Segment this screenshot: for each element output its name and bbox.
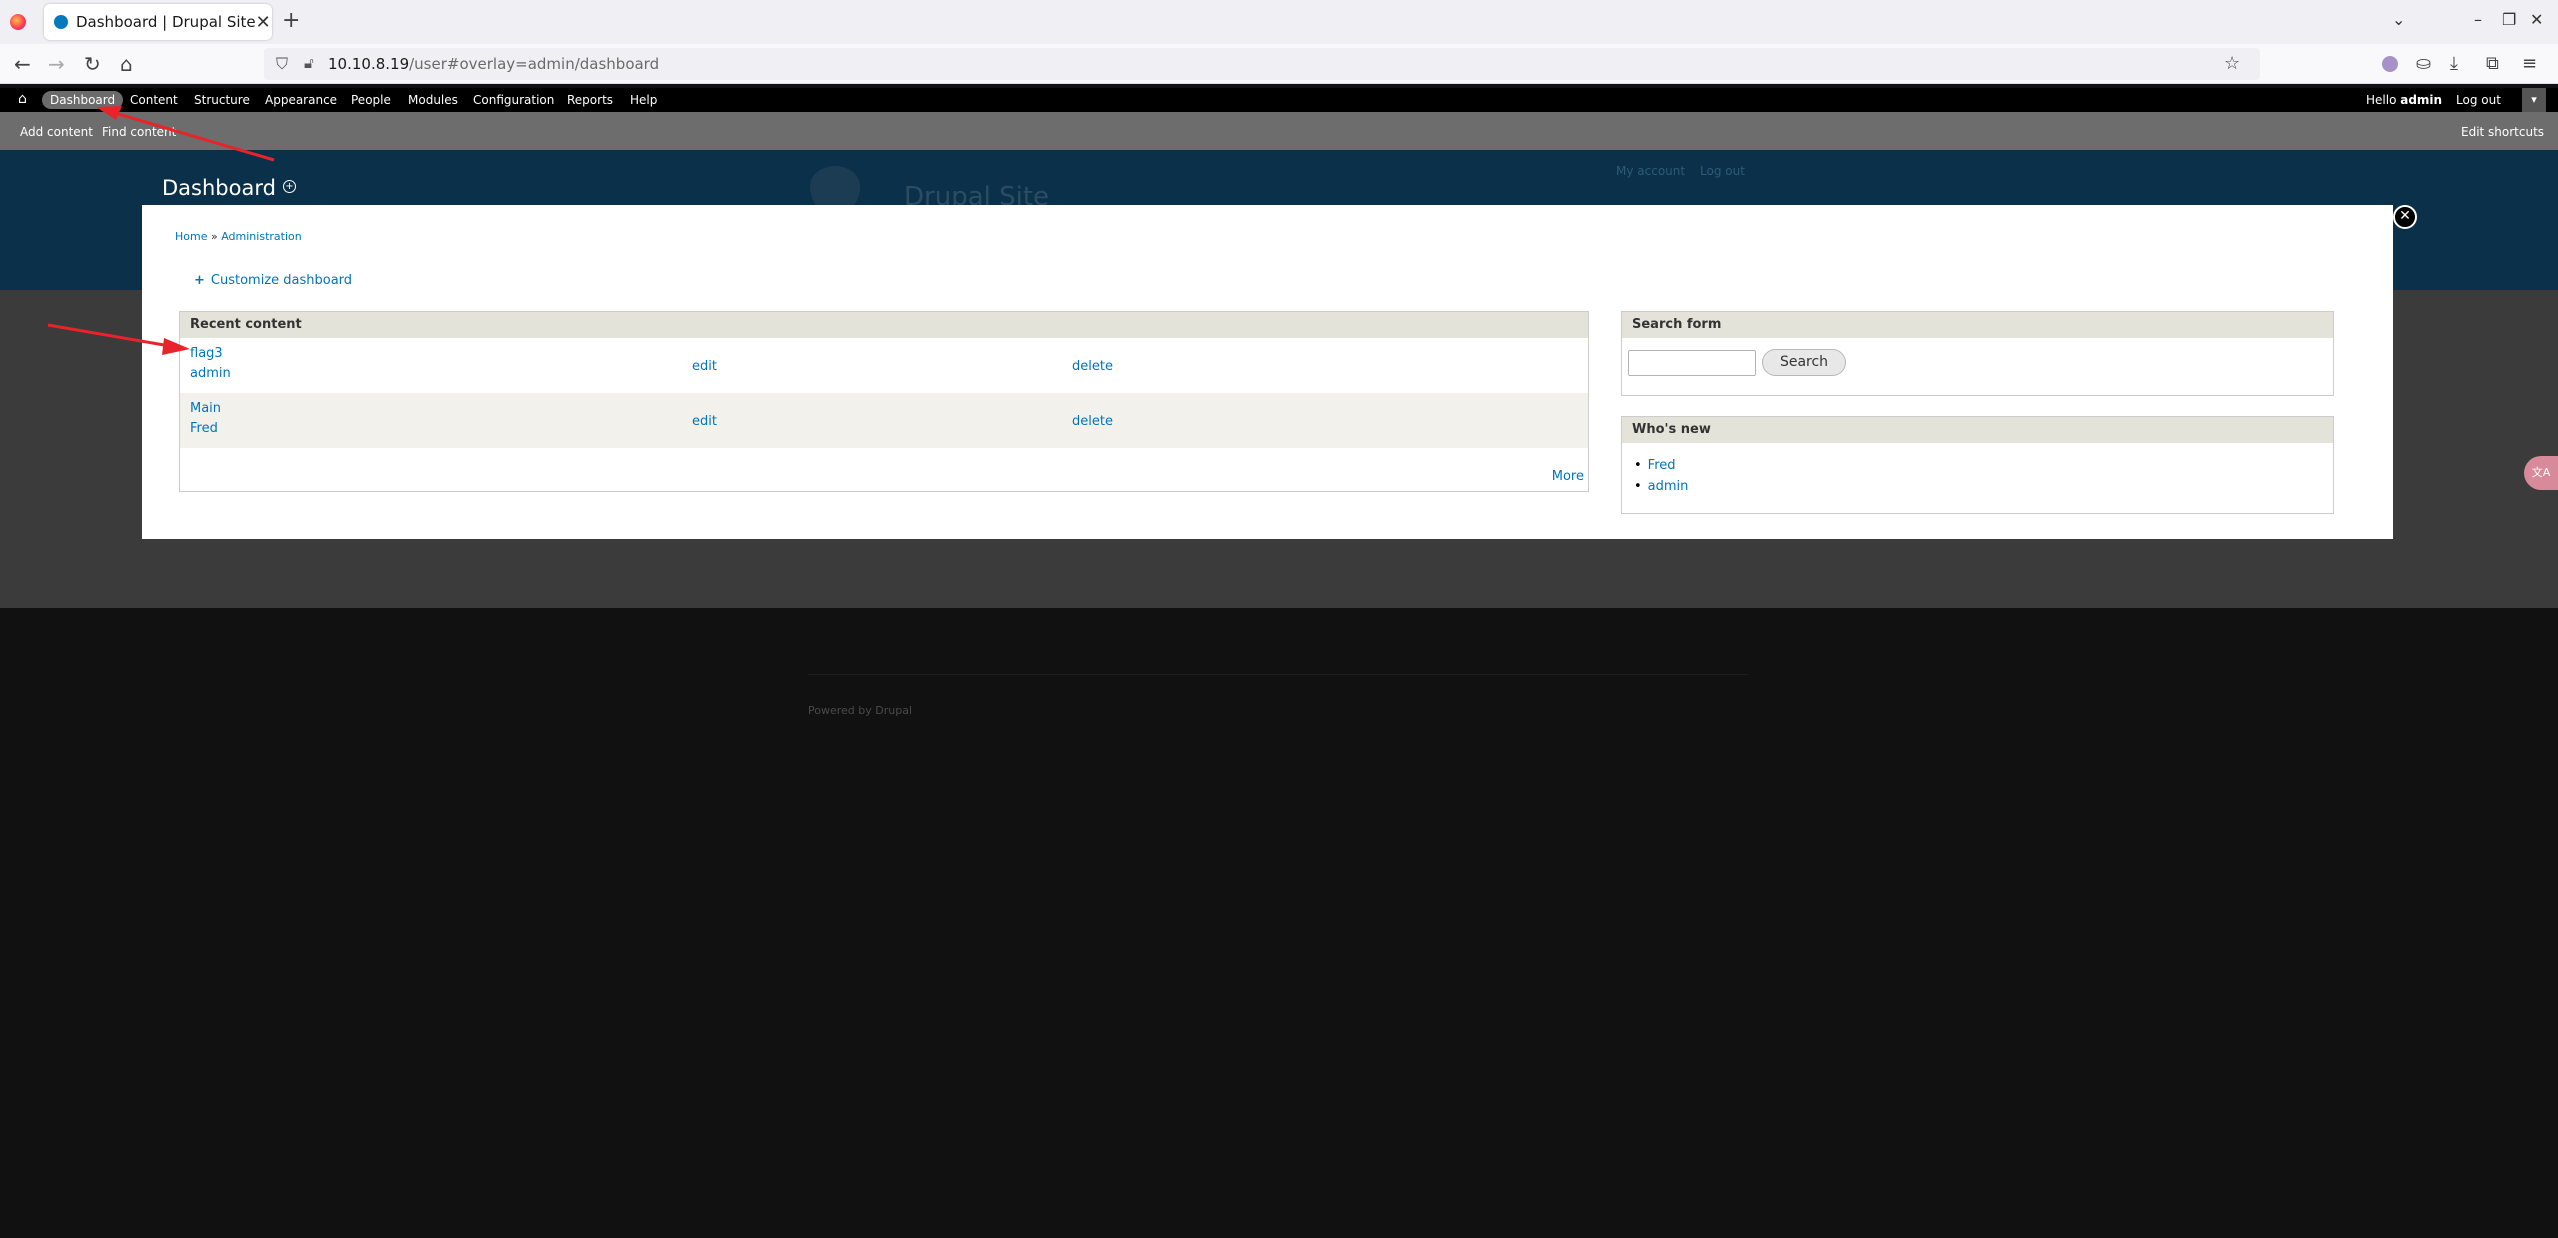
toolbar-logout-link[interactable]: Log out [2456, 93, 2501, 107]
recent-content-title: Recent content [180, 312, 1588, 338]
edit-link[interactable]: edit [692, 414, 717, 429]
content-title-link[interactable]: flag3 [190, 346, 223, 361]
container-icon[interactable]: ⛀ [2416, 53, 2431, 74]
customize-label: Customize dashboard [210, 273, 353, 288]
table-row: flag3 admin edit delete [180, 338, 1588, 393]
breadcrumb-separator: » [207, 230, 222, 243]
recent-content-block: Recent content flag3 admin edit delete M… [179, 311, 1589, 492]
powered-by: Powered by Drupal [808, 704, 912, 717]
search-form-block: Search form Search [1621, 311, 2334, 396]
url-text[interactable]: 10.10.8.19/user#overlay=admin/dashboard [328, 55, 659, 73]
new-tab-icon[interactable]: + [282, 8, 300, 33]
list-item: Fred [1634, 455, 2321, 476]
toolbar-menu-dashboard[interactable]: Dashboard [42, 91, 124, 109]
dashboard-overlay: Home » Administration + Customize dashboa… [142, 205, 2393, 539]
reload-icon[interactable]: ↻ [84, 52, 101, 76]
my-account-link[interactable]: My account [1616, 164, 1685, 178]
add-shortcut-icon[interactable]: + [283, 180, 296, 193]
hello-prefix: Hello [2366, 93, 2401, 107]
customize-dashboard-link[interactable]: + Customize dashboard [194, 273, 352, 288]
username-link[interactable]: admin [2400, 93, 2442, 107]
minimize-icon[interactable]: – [2474, 10, 2482, 29]
toolbar-menu-configuration[interactable]: Configuration [473, 93, 554, 107]
firefox-icon [10, 14, 26, 30]
delete-link[interactable]: delete [1072, 359, 1113, 374]
site-logout-link[interactable]: Log out [1700, 164, 1745, 178]
breadcrumb-home[interactable]: Home [175, 230, 207, 243]
tab-list-chevron-icon[interactable]: ⌄ [2392, 10, 2405, 29]
restore-icon[interactable]: ❐ [2502, 10, 2516, 29]
content-author-link[interactable]: Fred [190, 421, 218, 436]
bookmark-star-icon[interactable]: ☆ [2224, 53, 2240, 74]
search-button[interactable]: Search [1762, 349, 1846, 376]
url-bar[interactable]: ⛉ 🔓︎ 10.10.8.19/user#overlay=admin/dashb… [264, 48, 2260, 80]
shortcut-add-content[interactable]: Add content [20, 125, 93, 139]
user-list: Fred admin [1622, 443, 2333, 509]
list-item: admin [1634, 476, 2321, 497]
browser-navbar: ← → ↻ ⌂ ⛉ 🔓︎ 10.10.8.19/user#overlay=adm… [0, 44, 2558, 84]
edit-shortcuts-link[interactable]: Edit shortcuts [2461, 125, 2544, 139]
toolbar-menu-appearance[interactable]: Appearance [265, 93, 337, 107]
toolbar-menu-people[interactable]: People [351, 93, 391, 107]
toolbar-menu-reports[interactable]: Reports [567, 93, 613, 107]
user-link[interactable]: Fred [1648, 458, 1676, 473]
whos-new-title: Who's new [1622, 417, 2333, 443]
shield-icon[interactable]: ⛉ [276, 54, 288, 74]
extensions-puzzle-icon[interactable]: ⧉ [2486, 53, 2499, 74]
whos-new-block: Who's new Fred admin [1621, 416, 2334, 514]
table-row: Main Fred edit delete [180, 393, 1588, 448]
tab-title: Dashboard | Drupal Site [76, 13, 256, 31]
toolbar-menu-modules[interactable]: Modules [408, 93, 458, 107]
admin-toolbar: ⌂ Dashboard Content Structure Appearance… [0, 88, 2558, 112]
download-icon[interactable]: ⤓ [2450, 53, 2458, 74]
more-link[interactable]: More [1552, 469, 1584, 484]
toolbar-menu-help[interactable]: Help [630, 93, 657, 107]
content-author-link[interactable]: admin [190, 366, 231, 381]
extension-icon[interactable] [2382, 56, 2398, 72]
toolbar-home-icon[interactable]: ⌂ [18, 91, 27, 107]
shortcut-toggle-icon[interactable]: ▾ [2522, 88, 2546, 112]
plus-icon: + [194, 273, 205, 288]
tab-close-icon[interactable]: ✕ [256, 12, 271, 33]
overlay-close-icon[interactable]: ✕ [2393, 205, 2417, 229]
page-title: Dashboard [162, 176, 276, 200]
drupal-favicon-icon [54, 15, 68, 29]
search-form-title: Search form [1622, 312, 2333, 338]
user-link[interactable]: admin [1648, 479, 1689, 494]
forward-icon[interactable]: → [48, 52, 65, 76]
shortcuts-bar: Add content Find content Edit shortcuts [0, 112, 2558, 150]
toolbar-menu-structure[interactable]: Structure [194, 93, 250, 107]
back-icon[interactable]: ← [14, 52, 31, 76]
search-input[interactable] [1628, 350, 1756, 376]
delete-link[interactable]: delete [1072, 414, 1113, 429]
footer-divider [808, 674, 1748, 675]
content-title-link[interactable]: Main [190, 401, 221, 416]
hello-user: Hello admin [2366, 93, 2442, 107]
home-icon[interactable]: ⌂ [120, 52, 133, 76]
browser-tab-strip: Dashboard | Drupal Site ✕ + ⌄ – ❐ ✕ [0, 0, 2558, 44]
breadcrumb-administration[interactable]: Administration [221, 230, 302, 243]
window-close-icon[interactable]: ✕ [2530, 10, 2543, 29]
breadcrumb: Home » Administration [175, 230, 302, 243]
toolbar-menu-content[interactable]: Content [130, 93, 178, 107]
insecure-lock-icon[interactable]: 🔓︎ [304, 54, 314, 72]
shortcut-find-content[interactable]: Find content [102, 125, 176, 139]
hamburger-menu-icon[interactable]: ≡ [2522, 53, 2537, 74]
translate-icon[interactable]: 文A [2524, 456, 2558, 490]
edit-link[interactable]: edit [692, 359, 717, 374]
browser-tab[interactable]: Dashboard | Drupal Site ✕ [44, 4, 272, 40]
